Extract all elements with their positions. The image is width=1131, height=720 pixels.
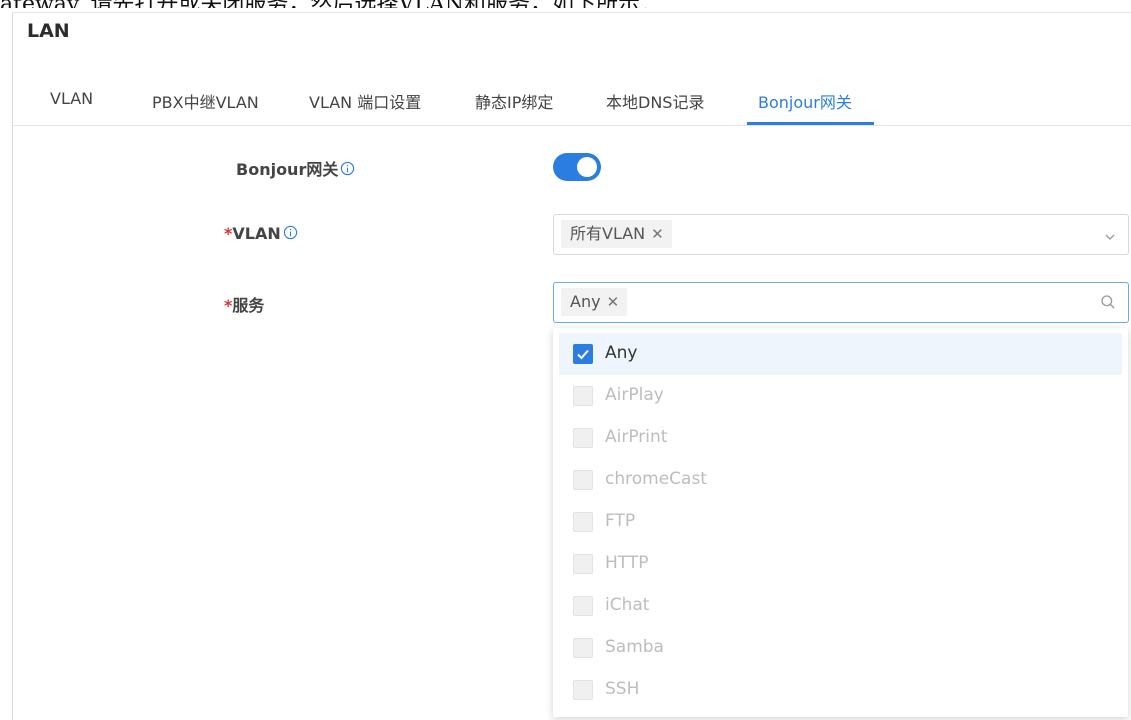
bonjour-gateway-label-text: Bonjour网关	[236, 160, 339, 179]
tab-local-dns-records[interactable]: 本地DNS记录	[606, 89, 704, 113]
vlan-chip: 所有VLAN ✕	[561, 220, 672, 248]
checkbox[interactable]	[573, 386, 593, 406]
tab-bar: VLAN PBX中继VLAN VLAN 端口设置 静态IP绑定 本地DNS记录 …	[13, 75, 1131, 126]
option-label: HTTP	[605, 553, 649, 573]
service-option-ftp[interactable]: FTP	[559, 501, 1122, 543]
option-label: SSH	[605, 679, 640, 699]
vlan-chip-label: 所有VLAN	[570, 224, 646, 243]
service-label: *服务	[224, 292, 264, 316]
service-select[interactable]: Any ✕	[553, 282, 1129, 323]
tab-static-ip-binding[interactable]: 静态IP绑定	[475, 89, 553, 113]
search-icon[interactable]	[1100, 294, 1116, 314]
vlan-select[interactable]: 所有VLAN ✕	[553, 214, 1129, 255]
vlan-label: *VLAN	[224, 224, 298, 244]
service-chip-label: Any	[570, 292, 601, 311]
chevron-down-icon[interactable]	[1104, 228, 1116, 247]
close-icon[interactable]: ✕	[651, 225, 664, 243]
toggle-knob	[577, 157, 597, 177]
option-label: chromeCast	[605, 469, 707, 489]
service-label-text: 服务	[232, 296, 265, 315]
tab-pbx-trunk-vlan[interactable]: PBX中继VLAN	[152, 89, 259, 113]
tab-vlan-port-settings[interactable]: VLAN 端口设置	[309, 89, 421, 113]
lan-panel: LAN VLAN PBX中继VLAN VLAN 端口设置 静态IP绑定 本地DN…	[12, 12, 1131, 720]
bonjour-gateway-label: Bonjour网关	[236, 156, 355, 180]
option-label: Samba	[605, 637, 664, 657]
service-option-ssh[interactable]: SSH	[559, 669, 1122, 711]
service-option-airprint[interactable]: AirPrint	[559, 417, 1122, 459]
info-icon[interactable]	[340, 161, 355, 180]
checkbox[interactable]	[573, 470, 593, 490]
option-label: AirPlay	[605, 385, 664, 405]
option-label: AirPrint	[605, 427, 668, 447]
active-tab-indicator	[747, 122, 874, 125]
service-option-ichat[interactable]: iChat	[559, 585, 1122, 627]
checkbox[interactable]	[573, 554, 593, 574]
section-title: LAN	[27, 20, 70, 42]
service-option-airplay[interactable]: AirPlay	[559, 375, 1122, 417]
checkbox[interactable]	[573, 512, 593, 532]
checkbox[interactable]	[573, 680, 593, 700]
checkbox[interactable]	[573, 344, 593, 364]
close-icon[interactable]: ✕	[607, 293, 620, 311]
option-label: FTP	[605, 511, 636, 531]
tab-vlan[interactable]: VLAN	[50, 89, 93, 108]
page-caption: ateway, 请先打开或关闭服务，然后选择VLAN和服务，如下所示：	[0, 0, 1131, 8]
service-option-any[interactable]: Any	[559, 333, 1122, 375]
service-dropdown: Any AirPlay AirPrint chromeCast FTP HTTP…	[553, 328, 1128, 717]
service-option-samba[interactable]: Samba	[559, 627, 1122, 669]
tab-bonjour-gateway[interactable]: Bonjour网关	[758, 89, 852, 113]
info-icon[interactable]	[283, 225, 298, 244]
checkbox[interactable]	[573, 596, 593, 616]
checkbox[interactable]	[573, 638, 593, 658]
service-chip: Any ✕	[561, 288, 628, 316]
bonjour-gateway-toggle[interactable]	[553, 153, 601, 181]
service-option-http[interactable]: HTTP	[559, 543, 1122, 585]
option-label: Any	[605, 343, 638, 363]
vlan-label-text: VLAN	[232, 224, 281, 243]
check-icon	[577, 349, 589, 360]
checkbox[interactable]	[573, 428, 593, 448]
option-label: iChat	[605, 595, 650, 615]
service-option-chromecast[interactable]: chromeCast	[559, 459, 1122, 501]
